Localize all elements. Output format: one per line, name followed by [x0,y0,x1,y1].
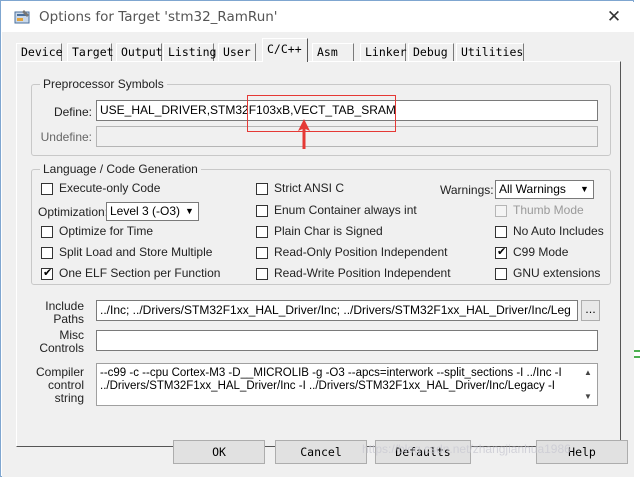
tab-user[interactable]: User [218,43,256,61]
define-input[interactable]: USE_HAL_DRIVER,STM32F103xB,VECT_TAB_SRAM [96,100,598,121]
define-label: Define: [53,105,92,119]
gnu-extensions-checkbox[interactable]: GNU extensions [495,266,605,282]
ro-position-checkbox[interactable]: Read-Only Position Independent [256,245,447,261]
scroll-down-icon[interactable]: ▼ [584,390,592,403]
include-paths-input[interactable]: ../Inc; ../Drivers/STM32F1xx_HAL_Driver/… [96,300,578,321]
scroll-up-icon[interactable]: ▲ [584,366,592,379]
annotation-arrow-icon [298,119,310,149]
one-elf-checkbox[interactable]: ✔ One ELF Section per Function [41,266,231,282]
tab-target[interactable]: Target [67,43,114,61]
cancel-button[interactable]: Cancel [275,440,367,464]
title-bar[interactable]: Options for Target 'stm32_RamRun' ✕ [2,2,634,32]
compiler-control-string[interactable]: --c99 -c --cpu Cortex-M3 -D__MICROLIB -g… [96,363,598,406]
tab-debug[interactable]: Debug [408,43,454,61]
execute-only-checkbox[interactable]: Execute-only Code [41,181,201,197]
ok-button[interactable]: OK [173,440,265,464]
tab-c-cpp[interactable]: C/C++ [262,38,308,62]
language-group-label: Language / Code Generation [40,162,201,176]
close-icon[interactable]: ✕ [604,7,624,27]
plain-char-checkbox[interactable]: Plain Char is Signed [256,224,406,240]
split-load-checkbox[interactable]: Split Load and Store Multiple [41,245,231,261]
tab-output[interactable]: Output [116,43,163,61]
tab-asm[interactable]: Asm [312,43,354,61]
optimization-select[interactable]: Level 3 (-O3) ▼ [106,202,199,221]
undefine-input[interactable] [96,126,598,147]
tab-linker[interactable]: Linker [360,43,407,61]
watermark: https://blog.csdn.net/zhangjianhua1986 [362,442,571,456]
tab-utilities[interactable]: Utilities [456,43,524,61]
check-icon: ✔ [497,246,507,258]
thumb-mode-checkbox[interactable]: Thumb Mode [495,203,595,219]
chevron-down-icon: ▼ [577,182,592,197]
c99-mode-checkbox[interactable]: ✔ C99 Mode [495,245,595,261]
include-paths-label: Include Paths [45,299,84,326]
tab-device[interactable]: Device [16,43,63,61]
undefine-label: Undefine: [40,130,92,144]
misc-controls-input[interactable] [96,330,598,351]
misc-controls-label: Misc Controls [39,328,84,355]
strict-ansi-checkbox[interactable]: Strict ANSI C [256,181,406,197]
background-window-edge [634,0,640,477]
textarea-scrollbar[interactable]: ▲ ▼ [583,366,595,402]
check-icon: ✔ [43,267,53,279]
preprocessor-group-label: Preprocessor Symbols [40,77,167,91]
include-paths-browse-button[interactable]: ... [581,300,600,321]
no-auto-includes-checkbox[interactable]: No Auto Includes [495,224,605,240]
options-app-icon [14,10,30,24]
tab-listing[interactable]: Listing [163,43,216,61]
warnings-select[interactable]: All Warnings ▼ [495,180,594,199]
enum-container-checkbox[interactable]: Enum Container always int [256,203,426,219]
compiler-control-label: Compiler control string [35,365,84,405]
warnings-label: Warnings: [440,183,494,197]
chevron-down-icon: ▼ [182,204,197,219]
optimize-time-checkbox[interactable]: Optimize for Time [41,224,201,240]
dialog-window: Options for Target 'stm32_RamRun' ✕ Devi… [0,0,634,477]
window-title: Options for Target 'stm32_RamRun' [39,9,278,25]
optimization-label: Optimization: [38,205,109,219]
compiler-string-line-2: ../Drivers/STM32F1xx_HAL_Driver/Inc -I .… [100,380,556,392]
rw-position-checkbox[interactable]: Read-Write Position Independent [256,266,451,282]
compiler-string-line-1: --c99 -c --cpu Cortex-M3 -D__MICROLIB -g… [100,367,562,379]
dialog-client: Device Target Output Listing User C/C++ … [2,32,634,477]
